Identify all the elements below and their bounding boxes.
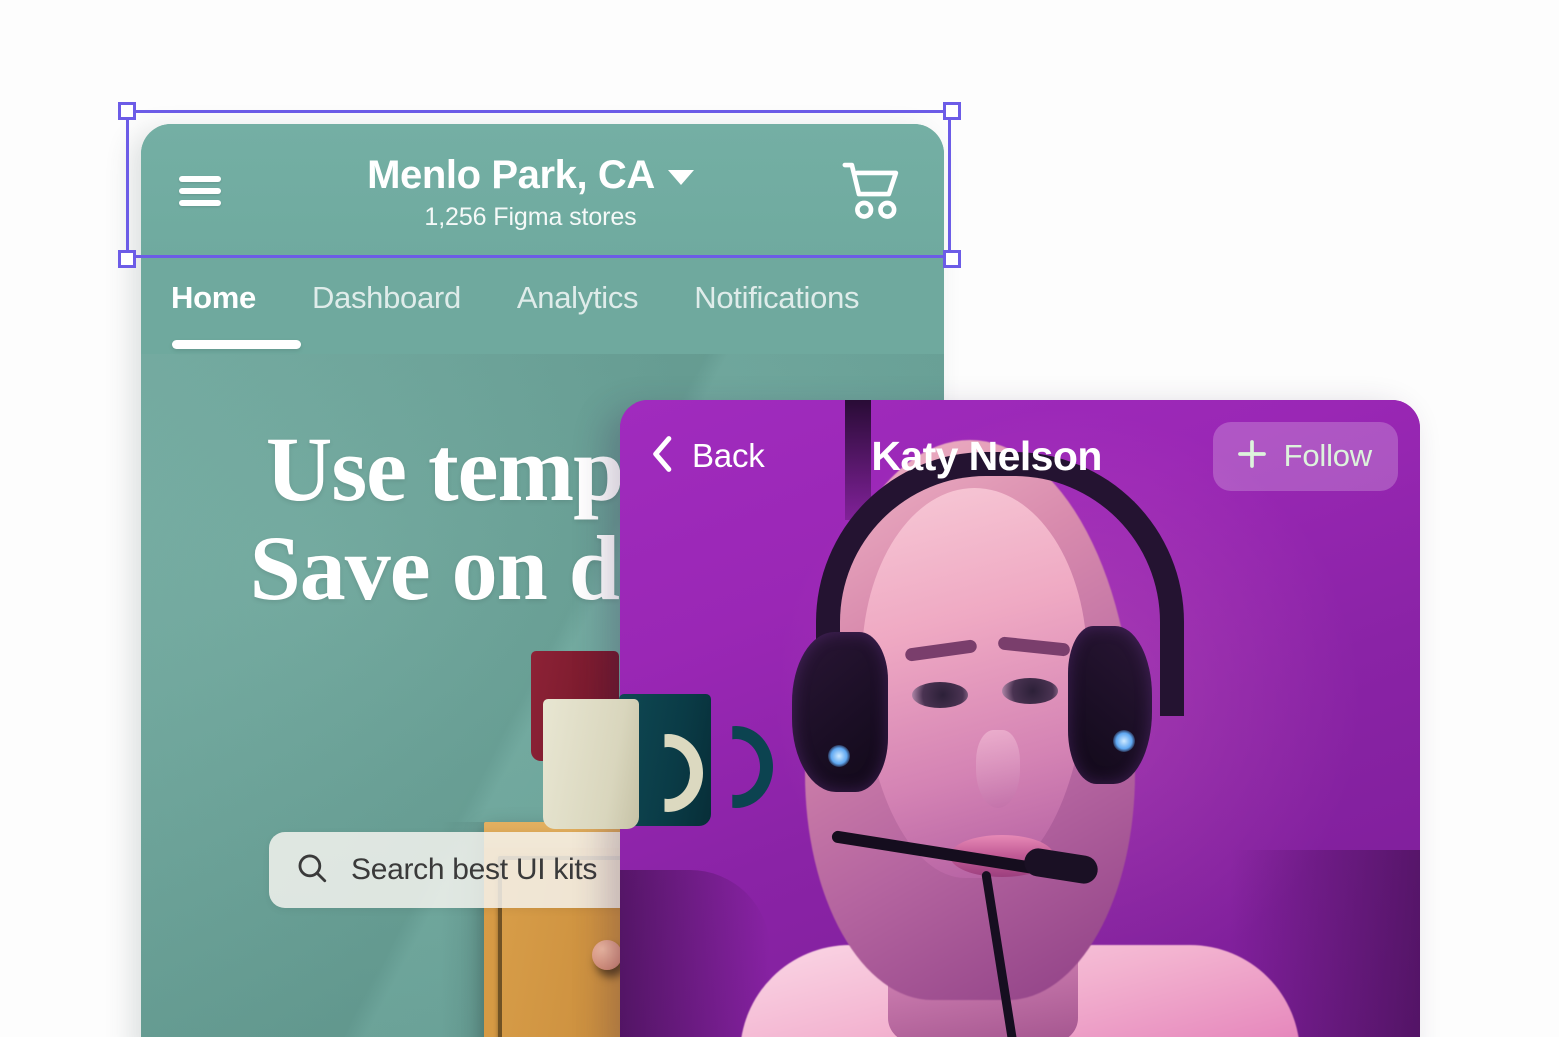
headset-led-right xyxy=(1113,730,1135,752)
location-selector[interactable]: Menlo Park, CA xyxy=(221,154,840,196)
search-input[interactable]: Search best UI kits xyxy=(351,853,597,887)
tab-dashboard[interactable]: Dashboard xyxy=(312,280,461,316)
location-label: Menlo Park, CA xyxy=(367,153,655,197)
selection-handle-top-left[interactable] xyxy=(118,102,136,120)
store-count-label: 1,256 Figma stores xyxy=(424,203,637,231)
tab-bar: Home Dashboard Analytics Notifications xyxy=(141,258,944,354)
caret-down-icon xyxy=(667,170,694,185)
back-button[interactable]: Back xyxy=(650,435,765,478)
mug-cream xyxy=(543,699,639,829)
drawer-knob xyxy=(592,940,622,970)
headset-earcup-left xyxy=(792,632,888,792)
back-label: Back xyxy=(692,437,765,474)
design-canvas: Use templates. Save on design. Search be… xyxy=(0,0,1559,1037)
selection-handle-bottom-left[interactable] xyxy=(118,250,136,268)
shopping-cart-icon[interactable] xyxy=(840,160,906,222)
tab-notifications[interactable]: Notifications xyxy=(694,280,859,316)
tab-home[interactable]: Home xyxy=(171,280,301,349)
profile-card[interactable]: Back Katy Nelson Follow xyxy=(620,400,1420,1037)
subject-eye-left xyxy=(912,682,968,708)
selection-handle-top-right[interactable] xyxy=(943,102,961,120)
follow-button[interactable]: Follow xyxy=(1212,421,1398,491)
hamburger-menu-icon[interactable] xyxy=(179,176,221,206)
headset-led-left xyxy=(828,745,850,767)
plus-icon xyxy=(1235,437,1269,476)
profile-topbar: Back Katy Nelson Follow xyxy=(620,400,1420,512)
subject-eye-right xyxy=(1002,678,1058,704)
follow-label: Follow xyxy=(1283,438,1373,473)
header-location-block: Menlo Park, CA 1,256 Figma stores xyxy=(221,154,840,232)
app-header: Menlo Park, CA 1,256 Figma stores xyxy=(141,124,944,258)
tab-analytics[interactable]: Analytics xyxy=(517,280,639,316)
search-icon xyxy=(295,851,329,890)
headset-earcup-right xyxy=(1068,626,1152,784)
chevron-left-icon xyxy=(650,435,676,478)
profile-name: Katy Nelson xyxy=(871,432,1102,479)
subject-nose xyxy=(976,730,1020,808)
selection-handle-bottom-right[interactable] xyxy=(943,250,961,268)
